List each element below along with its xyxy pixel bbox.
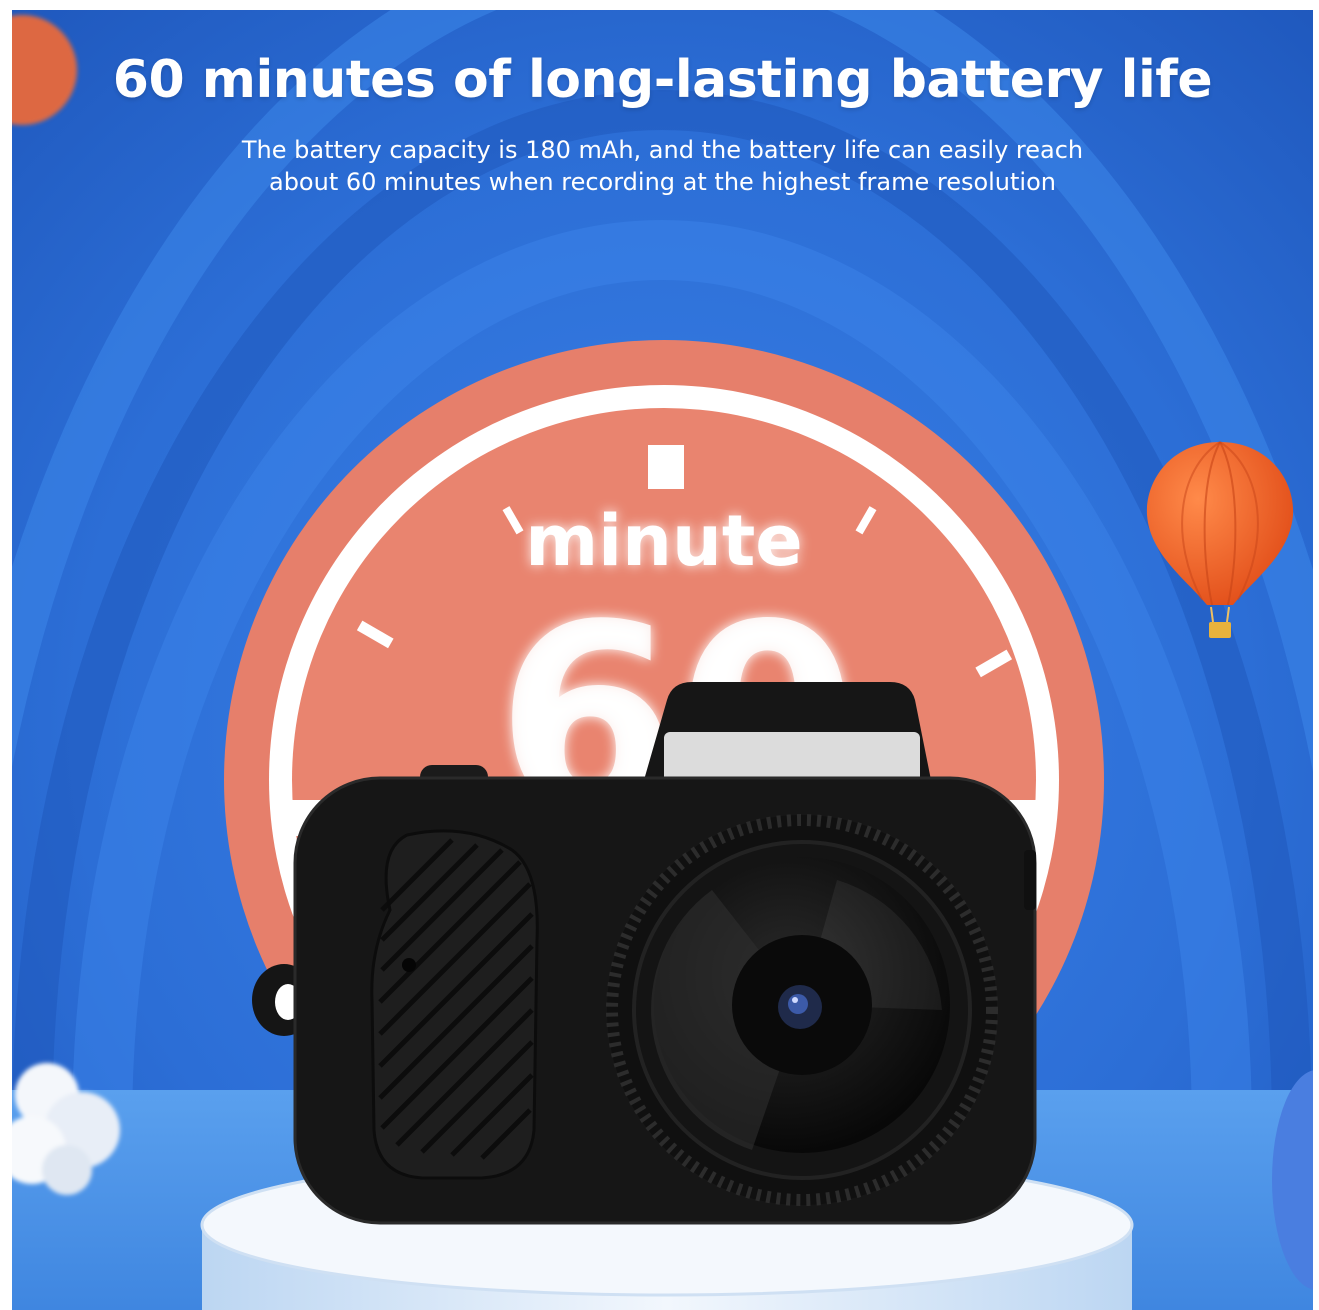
headline: 60 minutes of long-lasting battery life [112, 50, 1213, 110]
lens [606, 814, 998, 1206]
tick-12 [648, 445, 684, 489]
subtitle-line-1: The battery capacity is 180 mAh, and the… [241, 136, 1084, 164]
subtitle: The battery capacity is 180 mAh, and the… [12, 134, 1313, 198]
subtitle-line-2: about 60 minutes when recording at the h… [268, 168, 1056, 196]
side-button [1024, 850, 1036, 910]
banner-illustration: minute minute 60 60 [12, 10, 1313, 1310]
grip-panel [370, 829, 539, 1180]
product-banner: minute minute 60 60 [12, 10, 1313, 1310]
